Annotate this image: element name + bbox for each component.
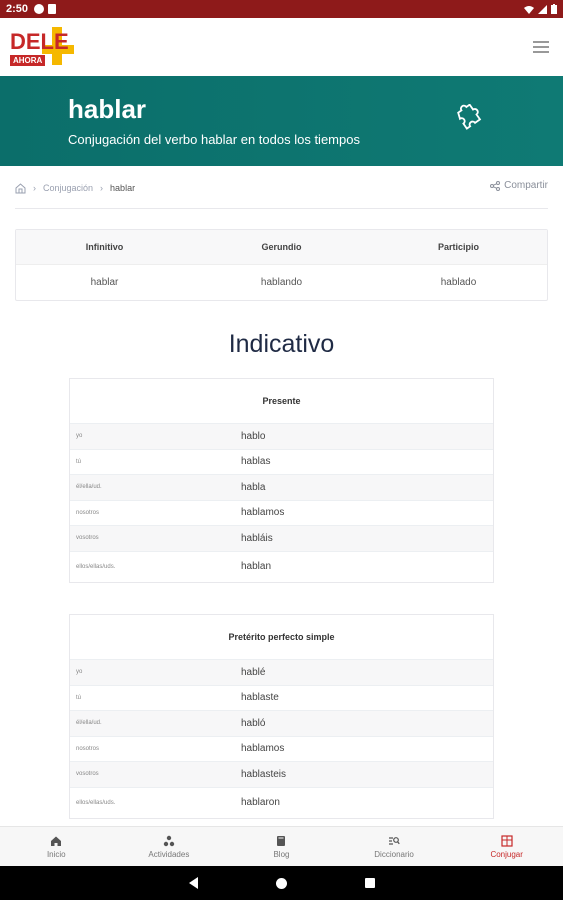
activities-icon [163,835,175,846]
pronoun: él/ella/ud. [76,484,102,491]
recent-apps-icon[interactable] [364,878,375,888]
nav-item-conjugar[interactable]: Conjugar [450,827,563,866]
breadcrumb-conjugacion[interactable]: Conjugación [43,183,93,193]
verb-title: hablar [68,94,147,124]
home-icon [51,836,62,846]
nav-label: Conjugar [490,849,523,859]
hamburger-menu-icon[interactable] [533,41,549,53]
system-navigation-bar [0,866,563,900]
nav-label: Actividades [148,849,190,859]
pronoun: ellos/ellas/uds. [76,563,116,570]
nav-label: Blog [273,849,290,859]
verb-banner: hablar Conjugación del verbo hablar en t… [0,76,563,166]
sim-icon [48,4,57,14]
conjugated-form: hablasteis [241,768,287,780]
breadcrumb: › Conjugación › hablar [15,178,135,198]
table-row: vosotros hablasteis [70,761,493,787]
conjugated-form: hablamos [241,507,285,519]
conjugated-form: hablamos [241,743,285,755]
pronoun: tú [76,694,82,701]
value-participio: hablado [440,277,477,288]
tense-title: Pretérito perfecto simple [228,632,335,642]
table-row: yo hablo [70,423,493,449]
table-row: nosotros hablamos [70,735,493,762]
dele-ahora-logo[interactable]: DELE AHORA [8,25,78,69]
wifi-icon [524,5,534,14]
home-button-icon[interactable] [275,877,287,889]
header-infinitivo: Infinitivo [85,242,124,252]
value-gerundio: hablando [260,277,303,288]
chevron-right-icon: › [33,183,36,193]
logo-word: DELE [10,29,69,54]
app-header: DELE AHORA [0,18,563,76]
pronoun: tú [76,458,82,465]
nav-label: Inicio [46,849,66,859]
notification-icon [34,4,45,14]
table-row: nosotros hablamos [70,499,493,526]
table-row: él/ella/ud. habló [70,710,493,736]
table-row: tú hablaste [70,684,493,711]
share-label: Compartir [504,180,548,191]
pronoun: vosotros [76,771,99,778]
divider [15,208,548,209]
logo-sub: AHORA [10,55,46,66]
nav-item-inicio[interactable]: Inicio [0,827,113,866]
battery-icon [551,4,557,14]
table-row: hablar hablando hablado [16,265,547,300]
conjugated-form: hablaste [241,692,279,704]
conjugated-form: hablan [241,561,272,572]
verb-subtitle: Conjugación del verbo hablar en todos lo… [68,132,360,147]
tense-card-presente: Presente yo hablo tú hablas él/ella/ud. hab… [69,378,494,583]
value-infinitivo: hablar [90,277,119,288]
pronoun: yo [76,669,83,676]
table-row: yo hablé [70,659,493,685]
pronoun: nosotros [76,745,100,752]
share-button[interactable]: Compartir [490,180,548,191]
signal-icon [538,4,547,14]
dictionary-icon [389,836,400,845]
nav-item-diccionario[interactable]: Diccionario [338,827,451,866]
table-header-row: Infinitivo Gerundio Participio [16,230,547,265]
conjugate-icon [501,834,513,847]
pronoun: nosotros [76,509,100,516]
nav-item-actividades[interactable]: Actividades [113,827,226,866]
pronoun: vosotros [76,535,99,542]
share-icon [490,180,501,191]
bottom-navigation: Inicio Actividades Blog Diccionario Conj… [0,826,563,866]
table-row: vosotros habláis [70,525,493,551]
app-screen: { "status": { "time": "2:50" }, "logo": … [0,0,563,900]
home-icon[interactable] [15,182,26,194]
pronoun: ellos/ellas/uds. [76,799,116,806]
conjugated-form: hablé [241,666,266,678]
nav-label: Diccionario [374,849,414,859]
chevron-right-icon: › [100,183,104,193]
nav-item-blog[interactable]: Blog [225,827,338,866]
verb-forms-table: Infinitivo Gerundio Participio hablar ha… [15,229,548,301]
conjugated-form: hablas [241,456,271,468]
table-row: él/ella/ud. habla [70,474,493,500]
pronoun: él/ella/ud. [76,720,102,727]
conjugated-form: habló [241,717,266,729]
table-row: ellos/ellas/uds. hablan [70,550,493,582]
table-row: ellos/ellas/uds. hablaron [70,786,493,818]
conjugated-form: hablaron [241,797,280,808]
book-icon [277,835,286,846]
tense-title: Presente [262,396,301,406]
status-bar: 2:50 [0,0,563,18]
status-time: 2:50 [6,3,29,15]
back-icon[interactable] [188,877,198,889]
conjugated-form: habla [241,481,266,493]
header-participio: Participio [437,242,479,252]
conjugated-form: hablo [241,430,266,442]
pronoun: yo [76,433,83,440]
header-gerundio: Gerundio [261,242,302,252]
puzzle-icon [457,104,482,130]
mood-title: Indicativo [228,330,335,358]
tense-card-preterito: Pretérito perfecto simple yo hablé tú habl… [69,614,494,819]
conjugated-form: habláis [241,532,273,544]
table-row: tú hablas [70,448,493,475]
breadcrumb-current: hablar [110,183,136,193]
